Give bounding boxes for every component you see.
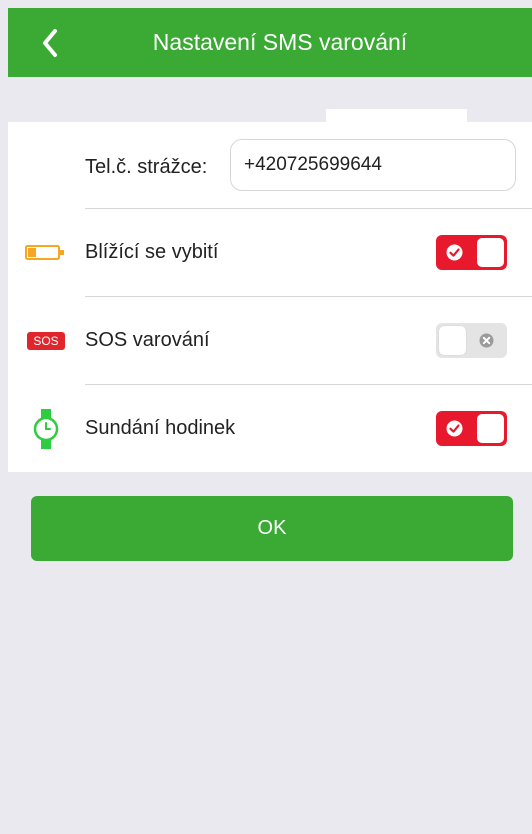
low-battery-toggle[interactable] — [436, 235, 507, 270]
check-icon — [446, 244, 463, 261]
settings-panel: Tel.č. strážce: Blížící se vybití SOS — [8, 122, 532, 472]
setting-row-sos: SOS SOS varování — [8, 297, 532, 385]
app-header: Nastavení SMS varování — [8, 8, 532, 77]
ok-button[interactable]: OK — [31, 496, 513, 561]
toggle-knob — [477, 238, 504, 267]
guardian-phone-label: Tel.č. strážce: — [85, 156, 208, 178]
x-icon — [478, 332, 495, 349]
guardian-phone-input[interactable] — [230, 139, 516, 191]
tab-indicator — [326, 109, 467, 123]
watch-icon — [24, 409, 68, 449]
toggle-knob — [477, 414, 504, 443]
guardian-phone-row: Tel.č. strážce: — [8, 122, 532, 209]
setting-row-low-battery: Blížící se vybití — [8, 209, 532, 297]
sos-toggle[interactable] — [436, 323, 507, 358]
setting-label-low-battery: Blížící se vybití — [85, 241, 219, 263]
page-title: Nastavení SMS varování — [152, 29, 408, 55]
check-icon — [446, 420, 463, 437]
low-battery-icon — [24, 233, 68, 273]
setting-label-watch-removal: Sundání hodinek — [85, 417, 236, 439]
sos-badge-text: SOS — [27, 332, 65, 350]
sos-icon: SOS — [24, 321, 68, 361]
toggle-knob — [439, 326, 466, 355]
setting-row-watch-removal: Sundání hodinek — [8, 385, 532, 473]
watch-removal-toggle[interactable] — [436, 411, 507, 446]
setting-label-sos: SOS varování — [85, 329, 210, 351]
